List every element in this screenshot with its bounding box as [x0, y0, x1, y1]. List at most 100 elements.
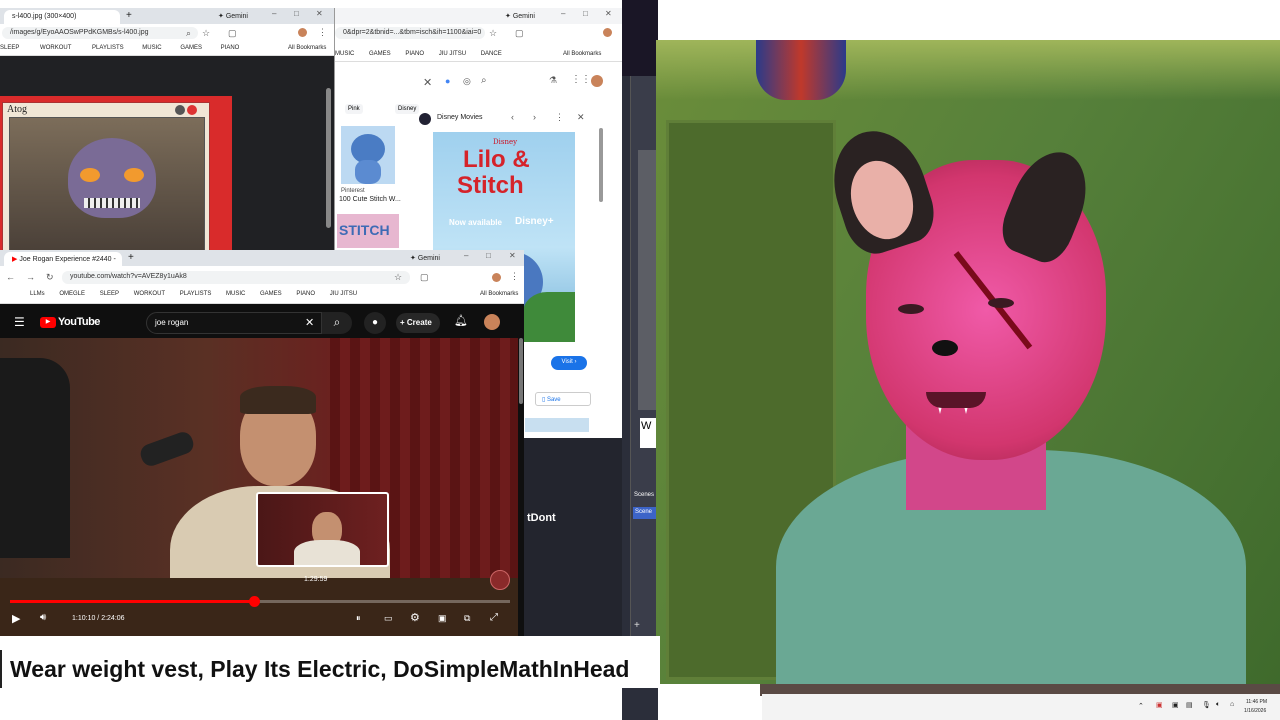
- all-bookmarks[interactable]: All Bookmarks: [288, 45, 326, 51]
- menu-icon-3[interactable]: ⋮: [510, 271, 519, 282]
- tray-app-icon-3[interactable]: ▤: [1186, 701, 1193, 709]
- new-tab-button[interactable]: +: [126, 10, 132, 21]
- video-player[interactable]: 1:29:59 ▶ 🔊︎ 1:10:10 / 2:24:06 ⏸︎ ▭ ⚙ ▣ …: [0, 338, 518, 636]
- bookmark-music[interactable]: MUSIC: [142, 45, 161, 51]
- result-title[interactable]: 100 Cute Stitch W...: [339, 196, 401, 203]
- close-icon-3[interactable]: ✕: [509, 251, 516, 260]
- panel-prev-icon[interactable]: ‹: [511, 112, 514, 122]
- gemini-button-3[interactable]: ✦ Gemini: [410, 254, 440, 262]
- bookmark-piano-2[interactable]: PIANO: [405, 51, 424, 57]
- bookmark-sleep[interactable]: SLEEP: [0, 45, 19, 51]
- play-icon[interactable]: ▶: [12, 612, 20, 625]
- bookmark-music-2[interactable]: MUSIC: [335, 51, 354, 57]
- result-thumbnail[interactable]: [341, 126, 395, 184]
- bookmark-omegle[interactable]: OMEGLE: [59, 291, 85, 297]
- clock-time[interactable]: 11:46 PM: [1246, 699, 1267, 705]
- forward-icon[interactable]: →: [26, 272, 35, 282]
- volume-icon[interactable]: 🔊︎: [40, 612, 46, 623]
- minimize-icon[interactable]: –: [272, 9, 276, 18]
- bookmark-playlists-3[interactable]: PLAYLISTS: [180, 291, 212, 297]
- star-icon-2[interactable]: ☆: [489, 28, 497, 39]
- minimize-icon-2[interactable]: –: [561, 9, 565, 18]
- profile-avatar-4[interactable]: [492, 273, 501, 282]
- extensions-icon[interactable]: ▢: [228, 28, 237, 39]
- bookmark-workout[interactable]: WORKOUT: [40, 45, 71, 51]
- bookmark-jiujitsu-3[interactable]: JIU JITSU: [330, 291, 357, 297]
- lens-icon[interactable]: ◎: [463, 76, 471, 87]
- progress-scrubber[interactable]: [248, 596, 260, 607]
- bookmark-piano[interactable]: PIANO: [221, 45, 240, 51]
- mic-tray-icon[interactable]: 🎙︎: [1202, 701, 1211, 709]
- save-button[interactable]: ▯ Save: [535, 392, 591, 406]
- volume-tray-icon[interactable]: 🔈︎: [1216, 701, 1220, 709]
- gemini-button[interactable]: ✦ Gemini: [218, 12, 248, 20]
- pause-toggle-icon[interactable]: ⏸︎: [356, 613, 361, 624]
- zoom-icon[interactable]: ⌕: [186, 28, 191, 39]
- maximize-icon-2[interactable]: □: [583, 9, 588, 18]
- youtube-logo[interactable]: YouTube: [58, 316, 100, 328]
- scrollbar[interactable]: [326, 88, 331, 228]
- bookmark-games[interactable]: GAMES: [180, 45, 202, 51]
- captions-icon[interactable]: ▭: [384, 613, 393, 624]
- bookmark-dance-2[interactable]: DANCE: [481, 51, 502, 57]
- chip-pink[interactable]: Pink: [345, 104, 363, 114]
- search-icon[interactable]: ⌕: [481, 75, 487, 86]
- bookmark-piano-3[interactable]: PIANO: [296, 291, 315, 297]
- create-button[interactable]: + Create: [396, 313, 440, 333]
- tray-app-icon[interactable]: ▣: [1156, 701, 1163, 709]
- url-field-3[interactable]: youtube.com/watch?v=AVEZ8y1uAk8: [62, 271, 410, 284]
- miniplayer-icon[interactable]: ▣: [438, 613, 447, 624]
- extensions-icon-2[interactable]: ▢: [515, 28, 524, 39]
- profile-avatar-2[interactable]: [603, 28, 612, 37]
- panel-close-icon[interactable]: ✕: [577, 112, 585, 123]
- all-bookmarks-3[interactable]: All Bookmarks: [480, 291, 518, 297]
- menu-icon[interactable]: ⋮: [318, 27, 327, 38]
- account-avatar[interactable]: [484, 314, 500, 330]
- cast-icon[interactable]: ⧉: [464, 613, 470, 624]
- bookmark-games-3[interactable]: GAMES: [260, 291, 282, 297]
- chip-disney[interactable]: Disney: [395, 104, 420, 114]
- voice-search-icon[interactable]: ●: [364, 312, 386, 334]
- tray-app-icon-2[interactable]: ▣: [1172, 701, 1179, 709]
- star-icon-3[interactable]: ☆: [394, 272, 402, 283]
- notifications-icon[interactable]: 🔔︎: [454, 314, 468, 327]
- labs-icon[interactable]: ⚗: [549, 75, 557, 86]
- profile-avatar[interactable]: [298, 28, 307, 37]
- visit-button[interactable]: Visit ›: [551, 356, 587, 370]
- all-bookmarks-2[interactable]: All Bookmarks: [563, 51, 601, 57]
- search-input[interactable]: joe rogan ✕: [146, 312, 322, 334]
- clock-date[interactable]: 1/16/2026: [1244, 708, 1266, 714]
- youtube-logo-icon[interactable]: ▶: [40, 317, 56, 328]
- close-icon[interactable]: ✕: [316, 9, 323, 18]
- maximize-icon-3[interactable]: □: [486, 251, 491, 260]
- add-scene-icon[interactable]: +: [634, 620, 640, 631]
- extensions-icon-3[interactable]: ▢: [420, 272, 429, 283]
- minimize-icon-3[interactable]: –: [464, 251, 468, 260]
- tab-image[interactable]: s-l400.jpg (300×400): [4, 10, 120, 24]
- bookmark-jiujitsu-2[interactable]: JIU JITSU: [439, 51, 466, 57]
- tab-youtube[interactable]: ▶ Joe Rogan Experience #2440 -: [4, 252, 122, 266]
- hamburger-icon[interactable]: ☰: [14, 315, 25, 329]
- close-icon-2[interactable]: ✕: [605, 9, 612, 18]
- bookmark-music-3[interactable]: MUSIC: [226, 291, 245, 297]
- related-thumbnail[interactable]: [525, 418, 589, 432]
- profile-avatar-3[interactable]: [591, 75, 603, 87]
- reload-icon[interactable]: ↻: [46, 272, 54, 283]
- bookmark-playlists[interactable]: PLAYLISTS: [92, 45, 124, 51]
- panel-more-icon[interactable]: ⋮: [555, 112, 564, 123]
- bookmark-sleep-3[interactable]: SLEEP: [100, 291, 119, 297]
- new-tab-button-3[interactable]: +: [128, 252, 134, 263]
- fullscreen-icon[interactable]: ⤢: [490, 612, 498, 623]
- back-icon[interactable]: ←: [6, 272, 15, 282]
- yt-scrollbar[interactable]: [519, 338, 523, 404]
- mic-icon[interactable]: ●: [445, 76, 450, 86]
- bookmark-workout-3[interactable]: WORKOUT: [134, 291, 165, 297]
- panel-next-icon[interactable]: ›: [533, 112, 536, 122]
- bookmark-games-2[interactable]: GAMES: [369, 51, 391, 57]
- maximize-icon[interactable]: □: [294, 9, 299, 18]
- apps-icon[interactable]: ⋮⋮: [571, 74, 591, 85]
- url-field-2[interactable]: 0&dpr=2&tbnid=...&tbm=isch&ih=1100&iai=0: [335, 27, 485, 39]
- panel-scrollbar[interactable]: [599, 128, 603, 202]
- network-tray-icon[interactable]: ⌂: [1230, 701, 1234, 708]
- gemini-button-2[interactable]: ✦ Gemini: [505, 12, 535, 20]
